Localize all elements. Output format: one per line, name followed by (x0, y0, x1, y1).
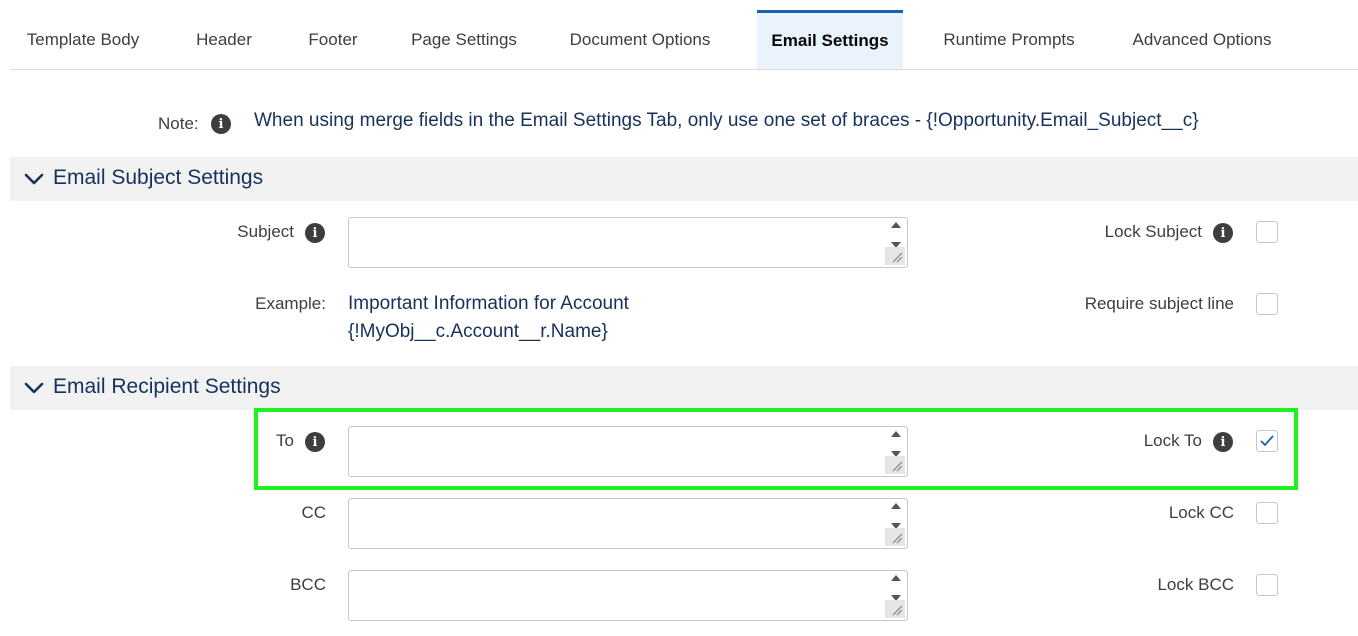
chevron-down-icon (24, 382, 44, 394)
info-icon[interactable]: i (305, 223, 325, 243)
require-subject-label: Require subject line (1084, 294, 1234, 313)
tab-template-body[interactable]: Template Body (10, 10, 156, 69)
tab-label: Email Settings (771, 31, 889, 50)
bcc-input[interactable] (348, 570, 908, 621)
merge-field-note: Note: i When using merge fields in the E… (0, 108, 1358, 138)
lock-subject-label: Lock Subject (1104, 222, 1202, 241)
tab-header[interactable]: Header (178, 10, 270, 69)
bcc-label: BCC (290, 575, 326, 594)
tab-bar: Template Body Header Footer Page Setting… (10, 10, 1358, 70)
tab-label: Header (196, 29, 252, 49)
resize-handle[interactable] (885, 247, 905, 265)
tab-runtime-prompts[interactable]: Runtime Prompts (928, 10, 1090, 69)
example-text: Important Information for Account {!MyOb… (348, 290, 629, 346)
lock-cc-label: Lock CC (1168, 503, 1234, 522)
lock-bcc-checkbox[interactable] (1256, 574, 1278, 596)
cc-label: CC (301, 503, 326, 522)
subject-label: Subject (237, 222, 294, 241)
tab-document-options[interactable]: Document Options (556, 10, 724, 69)
example-line: Important Information for Account (348, 293, 629, 314)
info-icon[interactable]: i (211, 114, 231, 134)
resize-handle[interactable] (885, 528, 905, 546)
email-subject-settings-header[interactable]: Email Subject Settings (10, 157, 1358, 201)
lock-bcc-label: Lock BCC (1157, 575, 1234, 594)
tab-email-settings[interactable]: Email Settings (757, 10, 903, 69)
info-icon[interactable]: i (1213, 223, 1233, 243)
example-label: Example: (255, 294, 326, 313)
section-title: Email Recipient Settings (53, 375, 281, 398)
spinner[interactable] (889, 575, 903, 601)
tab-label: Footer (308, 29, 358, 49)
chevron-down-icon (24, 173, 44, 185)
require-subject-checkbox[interactable] (1256, 293, 1278, 315)
resize-handle[interactable] (885, 600, 905, 618)
subject-input[interactable] (348, 217, 908, 268)
tab-label: Advanced Options (1132, 29, 1272, 49)
cc-input[interactable] (348, 498, 908, 549)
tab-label: Page Settings (411, 29, 517, 49)
tab-label: Document Options (569, 29, 711, 49)
note-text: When using merge fields in the Email Set… (254, 110, 1199, 131)
example-line: {!MyObj__c.Account__r.Name} (348, 321, 608, 342)
tab-footer[interactable]: Footer (292, 10, 374, 69)
tab-advanced-options[interactable]: Advanced Options (1118, 10, 1286, 69)
email-recipient-settings-header[interactable]: Email Recipient Settings (10, 366, 1358, 410)
lock-subject-checkbox[interactable] (1256, 221, 1278, 243)
lock-cc-checkbox[interactable] (1256, 502, 1278, 524)
to-row-highlight (254, 408, 1298, 490)
section-title: Email Subject Settings (53, 166, 264, 189)
tab-page-settings[interactable]: Page Settings (398, 10, 530, 69)
spinner[interactable] (889, 503, 903, 529)
tab-label: Runtime Prompts (943, 29, 1075, 49)
note-label: Note: (158, 114, 199, 133)
tab-label: Template Body (26, 29, 140, 49)
spinner[interactable] (889, 222, 903, 248)
